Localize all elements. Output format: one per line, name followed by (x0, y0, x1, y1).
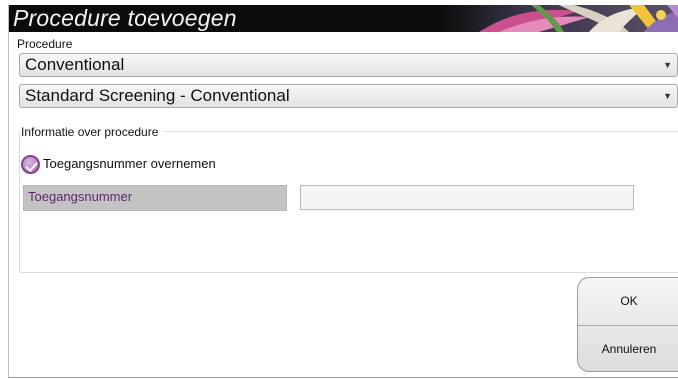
action-button-panel: OK Annuleren (577, 277, 678, 372)
dialog-title: Procedure toevoegen (13, 5, 237, 31)
chevron-down-icon: ▼ (663, 91, 672, 101)
accession-number-label: Toegangsnummer (23, 185, 287, 211)
procedure-section-label: Procedure (17, 37, 73, 51)
checkmark-icon (21, 155, 40, 174)
ok-button[interactable]: OK (578, 278, 678, 325)
title-bar: Procedure toevoegen (9, 5, 678, 32)
accession-number-input[interactable] (300, 185, 634, 210)
procedure-type-select[interactable]: Conventional ▼ (19, 53, 678, 77)
procedure-type-value: Conventional (25, 55, 125, 74)
title-bar-flower-image (439, 5, 678, 32)
add-procedure-dialog: Procedure toevoegen Procedure Convention… (8, 5, 678, 378)
procedure-value: Standard Screening - Conventional (25, 86, 290, 105)
copy-accession-label: Toegangsnummer overnemen (43, 156, 216, 171)
chevron-down-icon: ▼ (663, 60, 672, 70)
procedure-select[interactable]: Standard Screening - Conventional ▼ (19, 84, 678, 108)
procedure-info-section-label: Informatie over procedure (21, 125, 165, 139)
cancel-button[interactable]: Annuleren (578, 325, 678, 371)
